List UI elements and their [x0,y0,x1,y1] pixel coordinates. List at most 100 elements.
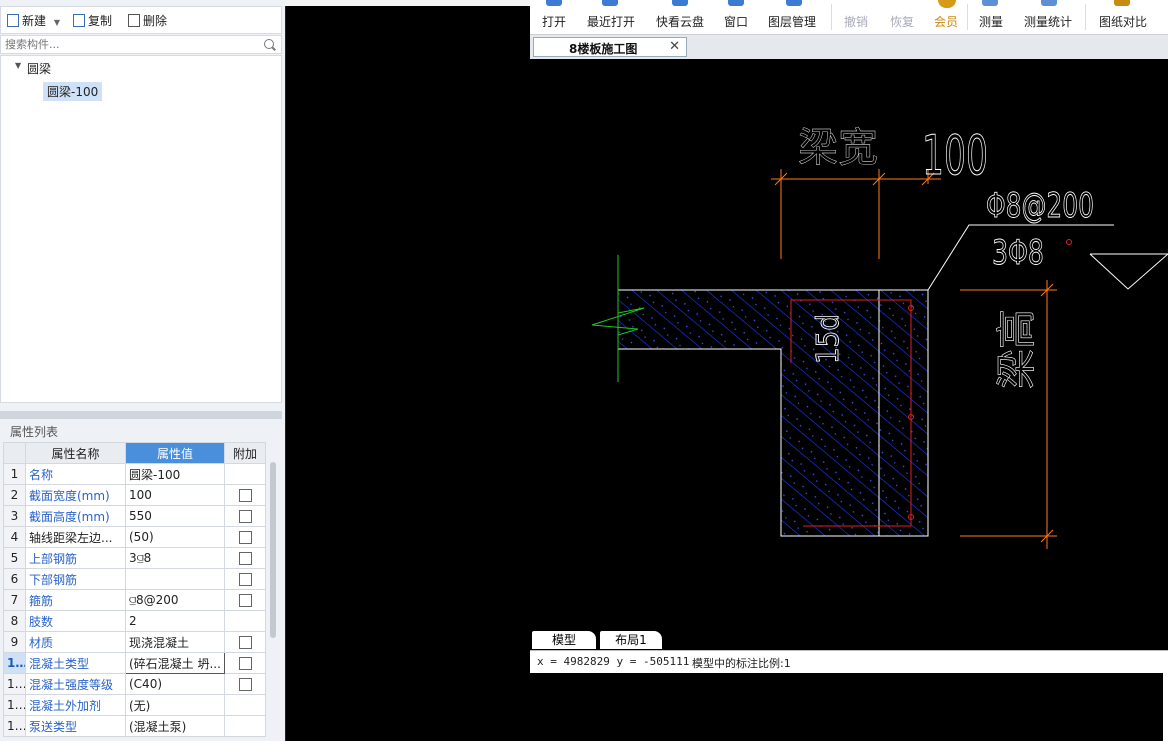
value-header[interactable]: 属性值 [125,442,225,464]
property-value[interactable] [125,568,225,590]
property-value[interactable]: 圆梁-100 [125,463,225,485]
bottom-area [530,673,1168,741]
dropdown-arrow-icon[interactable]: ▼ [54,18,60,27]
add-checkbox[interactable] [238,489,252,502]
measure-button[interactable]: 测量 [979,13,1003,30]
copy-button[interactable]: 复制 [73,12,112,30]
add-cell [224,694,266,716]
property-value[interactable]: (C40) [125,673,225,695]
property-scrollbar[interactable] [268,460,278,741]
add-checkbox[interactable] [238,531,252,544]
member-button[interactable]: 会员 [934,13,958,30]
recent-icon [602,0,618,6]
search-icon[interactable] [264,39,274,49]
recent-button[interactable]: 最近打开 [587,13,635,30]
row-index: 8 [3,610,26,632]
property-value[interactable]: 3⫑8 [125,547,225,569]
property-name: 轴线距梁左边... [25,526,126,548]
add-checkbox[interactable] [238,594,252,607]
tree-item-selected[interactable]: 圆梁-100 [43,82,103,101]
document-tab-title: 8楼板施工图 [569,42,638,56]
add-cell [224,715,266,737]
right-edge [1163,673,1168,741]
table-row[interactable]: 7 箍筋 ⫑8@200 [3,589,266,611]
left-panel: 新建 ▼ 复制 删除 ▼ 圆梁 圆梁-100 属性列表 属性名称 属性值 附加 … [0,0,285,741]
cloud-button[interactable]: 快看云盘 [656,13,704,30]
table-row[interactable]: 9 材质 现浇混凝土 [3,631,266,653]
add-header[interactable]: 附加 [224,442,266,464]
component-tree: ▼ 圆梁 圆梁-100 [0,55,282,403]
property-value[interactable]: (混凝土泵) [125,715,225,737]
close-icon[interactable]: ✕ [669,39,680,54]
add-checkbox[interactable] [238,678,252,691]
splitter[interactable] [0,411,282,419]
add-cell [224,547,266,569]
add-checkbox[interactable] [238,573,252,586]
open-button[interactable]: 打开 [542,13,566,30]
add-cell [224,484,266,506]
trash-icon [128,14,140,27]
scrollbar-thumb[interactable] [270,462,276,638]
table-row[interactable]: 1 名称 圆梁-100 [3,463,266,485]
table-row[interactable]: 12 混凝土外加剂 (无) [3,694,266,716]
property-value[interactable]: 现浇混凝土 [125,631,225,653]
tree-group[interactable]: 圆梁 [27,60,51,77]
add-checkbox[interactable] [238,552,252,565]
add-checkbox[interactable] [238,657,252,670]
property-value[interactable]: (50) [125,526,225,548]
copy-label: 复制 [88,14,113,28]
table-row[interactable]: 6 下部钢筋 [3,568,266,590]
beam-width-label: 梁宽 [798,125,878,171]
property-value[interactable]: ⫑8@200 [125,589,225,611]
measure-stats-icon [1041,0,1057,6]
drawing-canvas[interactable]: 梁宽 100 Φ8@200 3Φ8 15d 梁高 [530,59,1168,629]
property-name: 箍筋 [25,589,126,611]
table-row[interactable]: 3 截面高度(mm) 550 [3,505,266,527]
property-name: 混凝土类型 [25,652,126,674]
ruler-icon [982,0,998,6]
window-button[interactable]: 窗口 [724,13,748,30]
property-value[interactable]: 2 [125,610,225,632]
cloud-icon [672,0,688,6]
measure-stats-button[interactable]: 测量统计 [1024,13,1072,30]
table-row[interactable]: 5 上部钢筋 3⫑8 [3,547,266,569]
undo-button[interactable]: 撤销 [844,13,868,30]
toolbar-divider [831,4,832,30]
search-input[interactable] [1,36,259,52]
delete-button[interactable]: 删除 [128,12,167,30]
name-header[interactable]: 属性名称 [25,442,126,464]
toolbar-divider [1085,4,1086,30]
table-row[interactable]: 13 泵送类型 (混凝土泵) [3,715,266,737]
open-icon [546,0,562,6]
compare-button[interactable]: 图纸对比 [1099,13,1147,30]
property-value[interactable]: (无) [125,694,225,716]
table-row[interactable]: 11 混凝土强度等级 (C40) [3,673,266,695]
table-row[interactable]: 8 肢数 2 [3,610,266,632]
table-row[interactable]: 4 轴线距梁左边... (50) [3,526,266,548]
property-name: 截面宽度(mm) [25,484,126,506]
middle-top-strip [285,0,530,6]
stirrup-label: Φ8@200 [986,186,1094,226]
layers-button[interactable]: 图层管理 [768,13,816,30]
add-cell [224,673,266,695]
redo-button[interactable]: 恢复 [890,13,914,30]
tab-layout1[interactable]: 布局1 [600,631,662,649]
add-checkbox[interactable] [238,510,252,523]
new-file-icon [7,14,19,27]
cad-drawing: 梁宽 100 Φ8@200 3Φ8 15d 梁高 [591,124,1168,549]
document-tab[interactable]: 8楼板施工图 ✕ [533,37,687,57]
table-row[interactable]: 10 混凝土类型 (碎石混凝土 坍... [3,652,266,674]
elevation-triangle [1089,253,1168,290]
cad-toolbar: 打开 最近打开 快看云盘 窗口 图层管理 撤销 恢复 会员 测量 测量统计 图纸… [530,0,1168,35]
add-cell [224,631,266,653]
property-value[interactable]: (碎石混凝土 坍... [125,652,225,674]
tab-model[interactable]: 模型 [532,631,596,649]
collapse-arrow-icon[interactable]: ▼ [15,61,21,70]
property-value[interactable]: 100 [125,484,225,506]
add-checkbox[interactable] [238,636,252,649]
add-cell [224,505,266,527]
table-row[interactable]: 2 截面宽度(mm) 100 [3,484,266,506]
property-value[interactable]: 550 [125,505,225,527]
annotation-scale: 模型中的标注比例:1 [692,657,791,670]
new-button[interactable]: 新建 ▼ [7,12,60,30]
